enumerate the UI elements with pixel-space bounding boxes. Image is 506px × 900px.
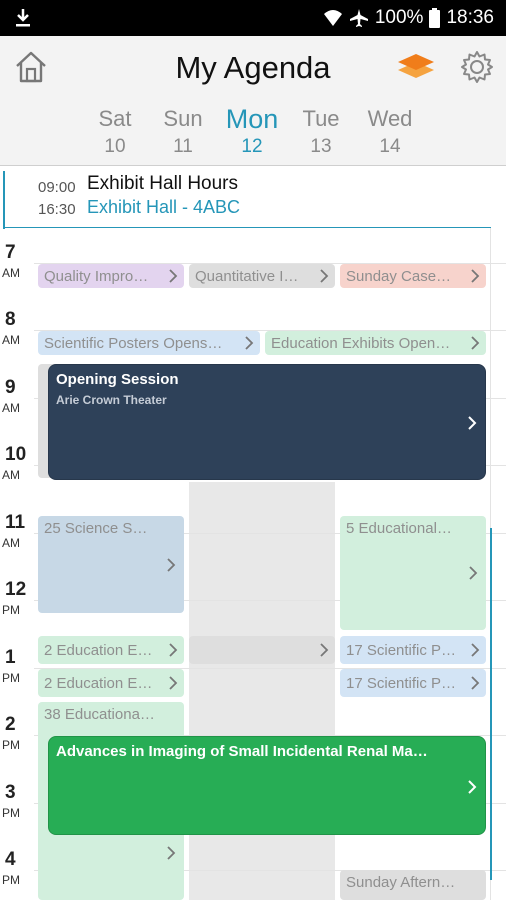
chevron-right-icon	[169, 643, 178, 657]
chevron-right-icon	[471, 676, 480, 690]
day-tabs: Sat 10 Sun 11 Mon 12 Tue 13 Wed 14	[0, 100, 506, 166]
event-education-exhibits[interactable]: Education Exhibits Open…	[265, 331, 486, 355]
agenda-screen: 100% 18:36 My Agenda Sat 10 Sun 11 Mon 1…	[0, 0, 506, 900]
event-2-education-a[interactable]: 2 Education E…	[38, 636, 184, 664]
event-scientific-posters[interactable]: Scientific Posters Opens…	[38, 331, 260, 355]
chevron-right-icon	[167, 557, 176, 572]
all-day-event[interactable]: 09:00 16:30 Exhibit Hall Hours Exhibit H…	[0, 167, 506, 229]
event-17-scientific-b[interactable]: 17 Scientific P…	[340, 669, 486, 697]
event-sunday-afternoon[interactable]: Sunday Aftern…	[340, 870, 486, 900]
chevron-right-icon	[471, 269, 480, 283]
column-shade	[189, 482, 335, 900]
event-5-educational[interactable]: 5 Educational…	[340, 516, 486, 630]
chevron-right-icon	[468, 416, 477, 430]
day-name: Sun	[163, 106, 203, 131]
tab-wed[interactable]: Wed 14	[355, 104, 425, 160]
event-untitled[interactable]	[189, 636, 335, 664]
chevron-right-icon	[169, 269, 178, 283]
event-opening-session[interactable]: Opening Session Arie Crown Theater	[48, 364, 486, 480]
app-header: My Agenda	[0, 36, 506, 100]
battery-icon	[429, 8, 441, 28]
tab-sat[interactable]: Sat 10	[80, 104, 150, 160]
chevron-right-icon	[471, 643, 480, 657]
chevron-right-icon	[320, 269, 329, 283]
chevron-right-icon	[471, 336, 480, 350]
event-25-science[interactable]: 25 Science S…	[38, 516, 184, 613]
all-day-accent-bar	[3, 171, 5, 229]
tab-mon[interactable]: Mon 12	[217, 104, 287, 160]
event-2-education-b[interactable]: 2 Education E…	[38, 669, 184, 697]
current-selection-line	[490, 528, 492, 880]
day-date: 12	[241, 136, 263, 157]
airplane-icon	[349, 9, 368, 27]
day-name: Mon	[225, 104, 279, 134]
chevron-right-icon	[245, 336, 254, 350]
chevron-right-icon	[468, 780, 477, 794]
chevron-right-icon	[169, 676, 178, 690]
layers-icon[interactable]	[396, 50, 436, 84]
day-date: 13	[310, 136, 332, 157]
download-icon	[16, 9, 30, 27]
event-location: Arie Crown Theater	[56, 393, 167, 407]
event-quantitative[interactable]: Quantitative I…	[189, 264, 335, 288]
day-date: 11	[173, 136, 193, 157]
day-date: 14	[379, 136, 401, 157]
event-end-time: 16:30	[38, 201, 76, 218]
all-day-divider	[3, 227, 491, 228]
event-17-scientific-a[interactable]: 17 Scientific P…	[340, 636, 486, 664]
event-sunday-case[interactable]: Sunday Case…	[340, 264, 486, 288]
tab-tue[interactable]: Tue 13	[286, 104, 356, 160]
day-name: Sat	[98, 106, 132, 131]
chevron-right-icon	[167, 846, 176, 860]
status-bar: 100% 18:36	[0, 0, 506, 36]
gear-icon[interactable]	[460, 50, 494, 84]
clock-time: 18:36	[446, 7, 494, 28]
day-name: Wed	[367, 106, 413, 131]
chevron-right-icon	[469, 566, 478, 580]
event-advances-imaging[interactable]: Advances in Imaging of Small Incidental …	[48, 736, 486, 835]
event-start-time: 09:00	[38, 179, 76, 196]
wifi-icon	[323, 10, 342, 26]
event-title: Opening Session	[56, 371, 179, 388]
chevron-right-icon	[320, 643, 329, 657]
tab-sun[interactable]: Sun 11	[148, 104, 218, 160]
event-location: Exhibit Hall - 4ABC	[87, 197, 241, 217]
battery-percent: 100%	[374, 7, 424, 28]
event-title: Advances in Imaging of Small Incidental …	[56, 743, 428, 760]
day-name: Tue	[302, 106, 340, 131]
event-quality-improvement[interactable]: Quality Impro…	[38, 264, 184, 288]
day-date: 10	[104, 136, 126, 157]
event-title: Exhibit Hall Hours	[87, 173, 238, 194]
